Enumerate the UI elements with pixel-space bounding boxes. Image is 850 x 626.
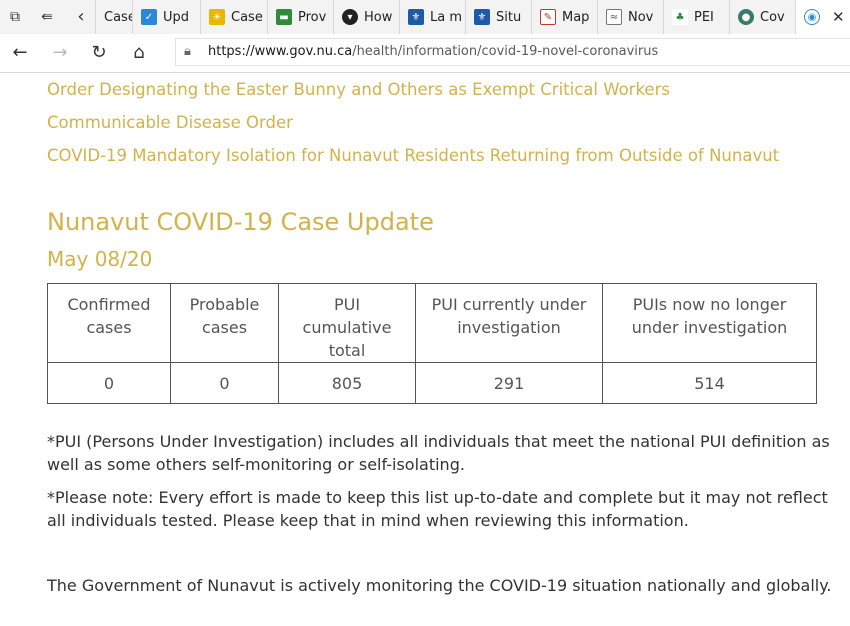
- url-input[interactable]: 🔒︎ https://www.gov.nu.ca/health/informat…: [175, 38, 850, 66]
- address-bar: ← → ↻ ⌂ 🔒︎ https://www.gov.nu.ca/health/…: [0, 34, 850, 73]
- tab-title: Situ: [496, 9, 522, 25]
- link-communicable-disease-order[interactable]: Communicable Disease Order: [47, 113, 293, 132]
- case-update-title: Nunavut COVID-19 Case Update: [47, 208, 434, 236]
- pui-definition-note: *PUI (Persons Under Investigation) inclu…: [47, 432, 830, 474]
- home-icon[interactable]: ⌂: [127, 42, 151, 64]
- globe-icon: ●: [738, 9, 754, 25]
- tab-3[interactable]: ☀ Case: [200, 0, 267, 34]
- monitoring-statement: The Government of Nunavut is actively mo…: [47, 576, 832, 595]
- forward-icon[interactable]: →: [48, 42, 72, 64]
- header-pui-current: PUI currently under investigation: [415, 283, 603, 363]
- tab-4[interactable]: ▬ Prov: [267, 0, 333, 34]
- scroll-tabs-left-icon[interactable]: ‹: [70, 6, 92, 28]
- tab-7[interactable]: ⚜ Situ: [465, 0, 531, 34]
- tab-title: PEI: [694, 9, 714, 25]
- value-confirmed: 0: [47, 362, 171, 404]
- value-pui-current: 291: [415, 362, 603, 404]
- tab-11[interactable]: ● Cov: [729, 0, 795, 34]
- manitoba-icon: ▬: [276, 9, 292, 25]
- close-tab-icon[interactable]: ✕: [832, 8, 845, 26]
- header-pui-total: PUI cumulative total: [278, 283, 416, 363]
- url-host: https://www.gov.nu.ca: [208, 44, 353, 59]
- tab-title: Prov: [298, 9, 327, 25]
- tab-title: Map: [562, 9, 590, 25]
- tab-title: Upd: [163, 9, 190, 25]
- nb-icon: ✎: [540, 9, 556, 25]
- nunavut-icon: ◉: [804, 9, 820, 25]
- tab-10[interactable]: ♣ PEI: [663, 0, 729, 34]
- url-path: /health/information/covid-19-novel-coron…: [352, 44, 659, 59]
- value-probable: 0: [170, 362, 279, 404]
- header-pui-closed: PUIs now no longer under investigation: [602, 283, 817, 363]
- alberta-icon: ✓: [141, 9, 157, 25]
- header-confirmed: Confirmed cases: [47, 283, 171, 363]
- tab-1[interactable]: Case: [95, 0, 132, 34]
- quebec-icon: ⚜: [408, 9, 424, 25]
- tab-2[interactable]: ✓ Upd: [132, 0, 200, 34]
- value-pui-closed: 514: [602, 362, 817, 404]
- quebec-icon: ⚜: [474, 9, 490, 25]
- url-text: https://www.gov.nu.ca/health/information…: [208, 44, 658, 59]
- case-update-date: May 08/20: [47, 247, 153, 271]
- header-probable: Probable cases: [170, 283, 279, 363]
- tab-8[interactable]: ✎ Map: [531, 0, 597, 34]
- tab-actions-icon[interactable]: ⧉: [4, 6, 26, 28]
- value-pui-total: 805: [278, 362, 416, 404]
- ns-icon: ≈: [606, 9, 622, 25]
- please-note: *Please note: Every effort is made to ke…: [47, 488, 828, 530]
- table-row: 0 0 805 291 514: [47, 362, 817, 404]
- back-icon[interactable]: ←: [8, 42, 32, 64]
- link-mandatory-isolation[interactable]: COVID-19 Mandatory Isolation for Nunavut…: [47, 146, 779, 165]
- tab-title: How: [364, 9, 393, 25]
- case-table: Confirmed cases Probable cases PUI cumul…: [47, 283, 817, 404]
- link-easter-bunny-order[interactable]: Order Designating the Easter Bunny and O…: [47, 80, 670, 99]
- tab-title: La m: [430, 9, 463, 25]
- tab-title: Cov: [760, 9, 785, 25]
- tab-active[interactable]: ◉ ✕: [795, 0, 850, 34]
- tab-strip: ⧉ ⇚ ‹ Case ✓ Upd ☀ Case ▬ Prov ▾ How ⚜ L…: [0, 0, 850, 34]
- tab-title: Case: [231, 9, 263, 25]
- tab-title: Nov: [628, 9, 654, 25]
- bc-icon: ☀: [209, 9, 225, 25]
- ontario-icon: ▾: [342, 9, 358, 25]
- tab-6[interactable]: ⚜ La m: [399, 0, 465, 34]
- pei-icon: ♣: [672, 9, 688, 25]
- tab-9[interactable]: ≈ Nov: [597, 0, 663, 34]
- table-header-row: Confirmed cases Probable cases PUI cumul…: [47, 283, 817, 363]
- tab-title: Case: [104, 9, 132, 25]
- refresh-icon[interactable]: ↻: [87, 42, 111, 64]
- set-aside-tabs-icon[interactable]: ⇚: [36, 6, 58, 28]
- tab-5[interactable]: ▾ How: [333, 0, 399, 34]
- lock-icon: 🔒︎: [184, 44, 191, 59]
